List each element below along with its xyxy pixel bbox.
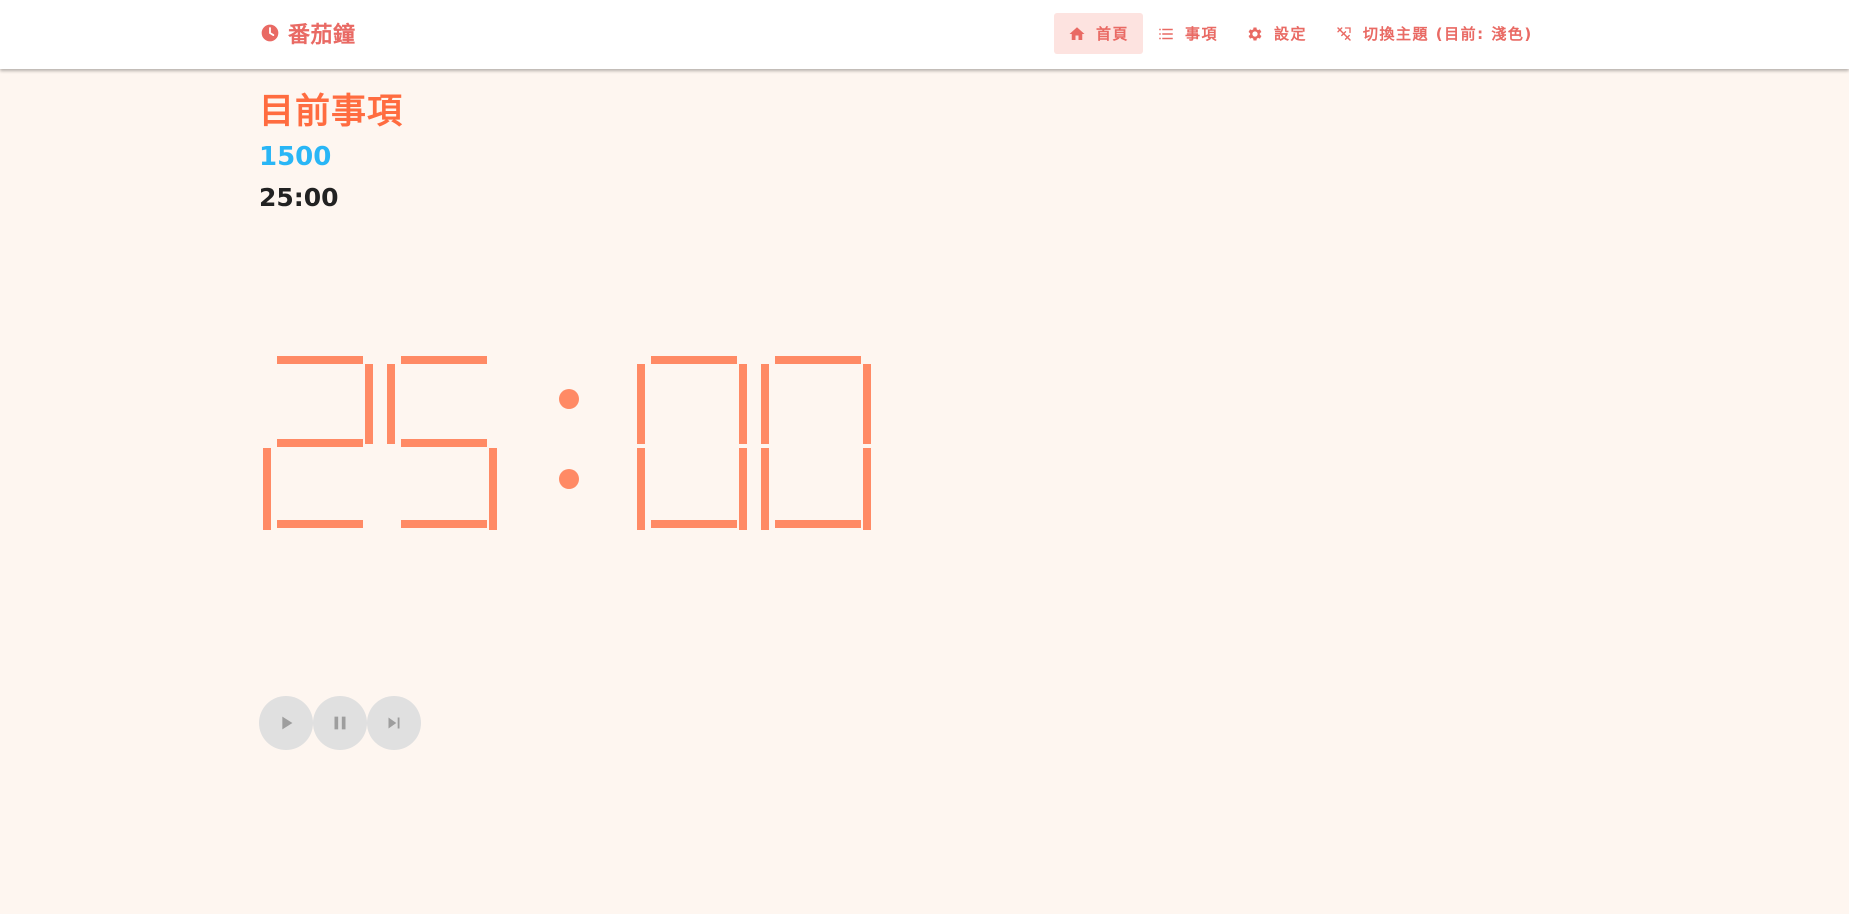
segment-3-a — [651, 356, 737, 364]
colon-dot-1 — [559, 469, 579, 489]
skip-next-icon — [388, 717, 400, 729]
current-task-heading: 目前事項 — [259, 92, 404, 132]
segment-4-b — [863, 364, 871, 444]
play-icon — [282, 716, 293, 730]
main-content: 目前事項 1500 25:00 — [259, 88, 403, 218]
home-icon — [1069, 26, 1085, 40]
segment-0-g — [277, 439, 363, 447]
play-button[interactable] — [259, 696, 313, 750]
app-title: 番茄鐘 — [288, 23, 356, 48]
segment-4-a — [775, 356, 861, 364]
clock-icon — [261, 24, 279, 42]
segment-0-e — [263, 448, 271, 530]
colon-dot-0 — [559, 389, 579, 409]
nav-home[interactable]: 首頁 — [1054, 13, 1144, 54]
timer-controls — [259, 696, 421, 750]
pause-button[interactable] — [313, 696, 367, 750]
nav-settings[interactable]: 設定 — [1232, 13, 1321, 54]
segment-3-b — [739, 364, 747, 444]
segment-4-c — [863, 448, 871, 530]
segment-3-e — [637, 448, 645, 530]
segment-4-e — [761, 448, 769, 530]
segment-1-a — [401, 356, 487, 364]
segment-3-d — [651, 520, 737, 528]
nav-items-label: 事項 — [1185, 25, 1219, 43]
task-count: 1500 — [259, 142, 332, 172]
segment-0-b — [365, 364, 373, 444]
nav-settings-label: 設定 — [1274, 25, 1308, 43]
task-duration: 25:00 — [259, 183, 339, 212]
brand[interactable]: 番茄鐘 — [260, 19, 356, 48]
pause-icon — [334, 716, 346, 730]
top-nav: 首頁 事項 設定 切換主題 (目前: 淺色) — [1054, 13, 1547, 54]
segment-1-d — [401, 520, 487, 528]
seven-segment-clock — [259, 352, 879, 532]
segment-0-d — [277, 520, 363, 528]
nav-items[interactable]: 事項 — [1143, 13, 1232, 54]
segment-1-c — [489, 448, 497, 530]
segment-0-a — [277, 356, 363, 364]
clock-display — [263, 356, 871, 530]
nav-home-label: 首頁 — [1096, 25, 1130, 43]
nav-theme-toggle[interactable]: 切換主題 (目前: 淺色) — [1321, 13, 1547, 54]
skip-button[interactable] — [367, 696, 421, 750]
segment-1-f — [387, 364, 395, 444]
segment-4-d — [775, 520, 861, 528]
theme-toggle-icon — [1337, 26, 1351, 41]
app-bar: 番茄鐘 首頁 事項 設定 切換主題 (目前: 淺色) — [0, 0, 1849, 69]
nav-theme-label: 切換主題 (目前: 淺色) — [1363, 25, 1533, 43]
segment-1-g — [401, 439, 487, 447]
gear-icon — [1248, 26, 1262, 41]
list-icon — [1159, 28, 1173, 39]
segment-3-c — [739, 448, 747, 530]
segment-4-f — [761, 364, 769, 444]
segment-3-f — [637, 364, 645, 444]
